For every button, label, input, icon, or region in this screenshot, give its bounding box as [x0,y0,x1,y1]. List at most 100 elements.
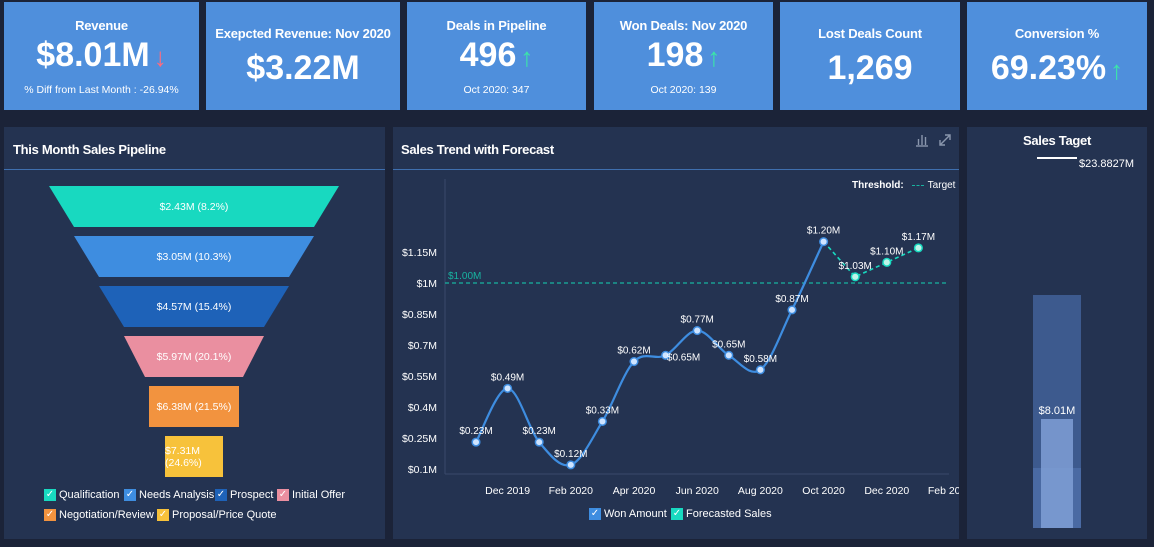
legend-item-won-amount[interactable]: ✓ Won Amount [589,508,667,520]
target-value-label: $23.8827M [1079,158,1135,170]
kpi-title: Revenue [75,18,128,33]
kpi-conversion: Conversion % 69.23% ↑ [967,2,1147,110]
checkbox-checked-icon[interactable]: ✓ [44,489,56,501]
funnel-stage[interactable]: $7.31M (24.6%) [165,436,223,477]
won-data-point [471,437,481,447]
checkbox-checked-icon[interactable]: ✓ [44,509,56,521]
legend-item-prospect[interactable]: ✓ Prospect [215,489,273,501]
progress-bar-fill [1041,419,1073,528]
won-data-point [629,356,639,367]
kpi-subtext: % Diff from Last Month : -26.94% [24,84,179,96]
y-tick-label: $0.55M [402,371,437,383]
legend-item-needs-analysis[interactable]: ✓ Needs Analysis [124,489,214,501]
kpi-expected-revenue: Exepcted Revenue: Nov 2020 $3.22M [206,2,400,110]
expand-icon[interactable] [938,133,952,147]
arrow-down-icon: ↓ [153,42,167,72]
won-data-label: $0.62M [617,346,650,357]
legend-label: Negotiation/Review [59,509,154,521]
kpi-value-text: 69.23% [990,49,1107,87]
kpi-title: Exepcted Revenue: Nov 2020 [215,26,391,41]
arrow-up-icon: ↑ [520,42,534,72]
checkbox-checked-icon[interactable]: ✓ [671,508,683,520]
legend-item-initial-offer[interactable]: ✓ Initial Offer [277,489,345,501]
legend-label: Proposal/Price Quote [172,509,277,521]
panel-title: Sales Taget [1023,133,1091,148]
won-data-label: $1.20M [807,226,840,237]
y-tick-label: $0.25M [402,433,437,445]
checkbox-checked-icon[interactable]: ✓ [215,489,227,501]
y-tick-label: $0.4M [408,402,437,414]
won-data-point [724,350,734,360]
funnel-stage-label: $4.57M (15.4%) [156,300,232,313]
arrow-up-icon: ↑ [1110,55,1124,85]
panel-title: Sales Trend with Forecast [401,142,554,157]
kpi-subtext: Oct 2020: 139 [650,84,717,96]
kpi-value-text: 496 [459,36,517,74]
checkbox-checked-icon[interactable]: ✓ [157,509,169,521]
forecast-data-point [913,243,923,253]
sales-trend-chart: $0.1M $0.25M $0.4M $0.55M $0.7M $0.85M $1M $1.1… [402,179,959,497]
legend-item-qualification[interactable]: ✓ Qualification [44,489,120,501]
kpi-title: Won Deals: Nov 2020 [619,18,748,33]
won-data-label: $0.23M [459,426,492,437]
x-tick-label: Aug 2020 [738,485,783,497]
threshold-marker-label: $1.00M [448,271,481,282]
legend-label: Qualification [59,489,120,501]
kpi-value: 496 ↑ [407,37,586,75]
funnel-stage-label: $7.31M (24.6%) [165,444,202,469]
forecast-data-point [882,257,892,267]
legend-item-negotiation[interactable]: ✓ Negotiation/Review [44,509,154,521]
won-data-label: $0.23M [523,426,556,437]
kpi-deals-pipeline: Deals in Pipeline 496 ↑ Oct 2020: 347 [407,2,586,110]
arrow-up-icon: ↑ [707,42,721,72]
won-data-point [534,437,544,447]
x-tick-label: Dec 2019 [485,485,530,497]
funnel-stage[interactable]: $5.97M (20.1%) [124,336,264,377]
won-data-point [503,383,513,393]
y-tick-label: $1M [417,278,437,290]
progress-value-label: $8.01M [1038,405,1076,417]
forecast-data-label: $1.17M [902,232,935,243]
x-tick-label: Dec 2020 [864,485,909,497]
won-data-point [755,365,765,375]
won-data-point [819,237,829,247]
x-tick-label: Jun 2020 [676,485,719,497]
kpi-value: 1,269 [827,49,913,87]
won-data-point [597,416,607,427]
legend-label: Initial Offer [292,489,345,501]
checkbox-checked-icon[interactable]: ✓ [277,489,289,501]
checkbox-checked-icon[interactable]: ✓ [589,508,601,520]
funnel-stage[interactable]: $6.38M (21.5%) [149,386,239,427]
checkbox-checked-icon[interactable]: ✓ [124,489,136,501]
legend-label: Won Amount [604,508,667,520]
forecast-data-label: $1.03M [839,261,872,272]
funnel-stage-label: $2.43M (8.2%) [159,200,229,213]
kpi-value-text: 198 [646,36,704,74]
kpi-title: Deals in Pipeline [446,18,547,33]
legend-item-proposal[interactable]: ✓ Proposal/Price Quote [157,509,277,521]
sales-pipeline-panel: This Month Sales Pipeline $2.43M (8.2%) $… [4,127,385,539]
kpi-value: 69.23% ↑ [967,50,1147,88]
funnel-stage-label: $5.97M (20.1%) [156,350,232,363]
won-data-label: $0.65M [712,339,745,350]
kpi-value: $8.01M ↓ [4,37,199,75]
won-data-point [566,460,576,470]
y-tick-label: $0.1M [408,464,437,476]
won-data-label: $0.58M [744,354,777,365]
funnel-stage[interactable]: $3.05M (10.3%) [74,236,314,277]
funnel-stage[interactable]: $4.57M (15.4%) [99,286,289,327]
divider [4,169,385,170]
bar-chart-icon[interactable] [915,133,929,147]
forecast-data-point [850,272,860,282]
kpi-value: $3.22M [246,49,360,87]
panel-title: This Month Sales Pipeline [13,142,166,157]
y-tick-label: $1.15M [402,247,437,259]
x-tick-label: Feb 2020 [549,485,594,497]
funnel-stage[interactable]: $2.43M (8.2%) [49,186,339,227]
legend-item-forecasted-sales[interactable]: ✓ Forecasted Sales [671,508,772,520]
kpi-subtext: Oct 2020: 347 [463,84,530,96]
legend-label: Forecasted Sales [686,508,772,520]
won-data-label: $0.12M [554,449,587,460]
won-data-label: $0.87M [775,294,808,305]
sales-target-panel: Sales Taget $23.8827M $8.01M [967,127,1147,539]
